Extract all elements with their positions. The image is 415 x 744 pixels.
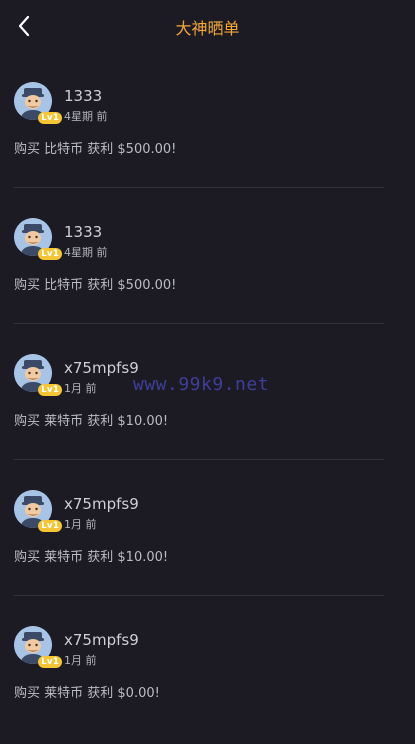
avatar[interactable]: Lv1 bbox=[14, 354, 62, 396]
post-text: 购买 比特币 获利 $500.00! bbox=[14, 278, 177, 293]
page-title: 大神晒单 bbox=[175, 19, 240, 38]
watermark: www.99k9.net bbox=[133, 374, 270, 395]
list-item[interactable]: Lv1 1333 4星期 前 购买 比特币 获利 $500.00! bbox=[14, 188, 384, 324]
post-time: 1月 前 bbox=[64, 518, 97, 531]
post-text: 购买 比特币 获利 $500.00! bbox=[14, 142, 177, 157]
list-item[interactable]: Lv1 x75mpfs9 1月 前 购买 莱特币 获利 $10.00! bbox=[14, 460, 384, 596]
username[interactable]: x75mpfs9 bbox=[64, 631, 139, 649]
list-item[interactable]: Lv1 x75mpfs9 1月 前 购买 莱特币 获利 $0.00! bbox=[14, 596, 384, 732]
level-badge: Lv1 bbox=[38, 656, 62, 668]
post-time: 4星期 前 bbox=[64, 110, 108, 123]
level-badge: Lv1 bbox=[38, 248, 62, 260]
post-text: 购买 莱特币 获利 $0.00! bbox=[14, 686, 160, 701]
avatar[interactable]: Lv1 bbox=[14, 626, 62, 668]
username[interactable]: 1333 bbox=[64, 87, 102, 105]
post-time: 4星期 前 bbox=[64, 246, 108, 259]
username[interactable]: 1333 bbox=[64, 223, 102, 241]
top-bar: 大神晒单 bbox=[0, 0, 415, 52]
avatar[interactable]: Lv1 bbox=[14, 82, 62, 124]
post-text: 购买 莱特币 获利 $10.00! bbox=[14, 550, 169, 565]
level-badge: Lv1 bbox=[38, 384, 62, 396]
avatar[interactable]: Lv1 bbox=[14, 218, 62, 260]
avatar[interactable]: Lv1 bbox=[14, 490, 62, 532]
post-time: 1月 前 bbox=[64, 382, 97, 395]
list-item[interactable]: Lv1 1333 4星期 前 购买 比特币 获利 $500.00! bbox=[14, 52, 384, 188]
username[interactable]: x75mpfs9 bbox=[64, 359, 139, 377]
level-badge: Lv1 bbox=[38, 520, 62, 532]
username[interactable]: x75mpfs9 bbox=[64, 495, 139, 513]
post-time: 1月 前 bbox=[64, 654, 97, 667]
post-text: 购买 莱特币 获利 $10.00! bbox=[14, 414, 169, 429]
level-badge: Lv1 bbox=[38, 112, 62, 124]
